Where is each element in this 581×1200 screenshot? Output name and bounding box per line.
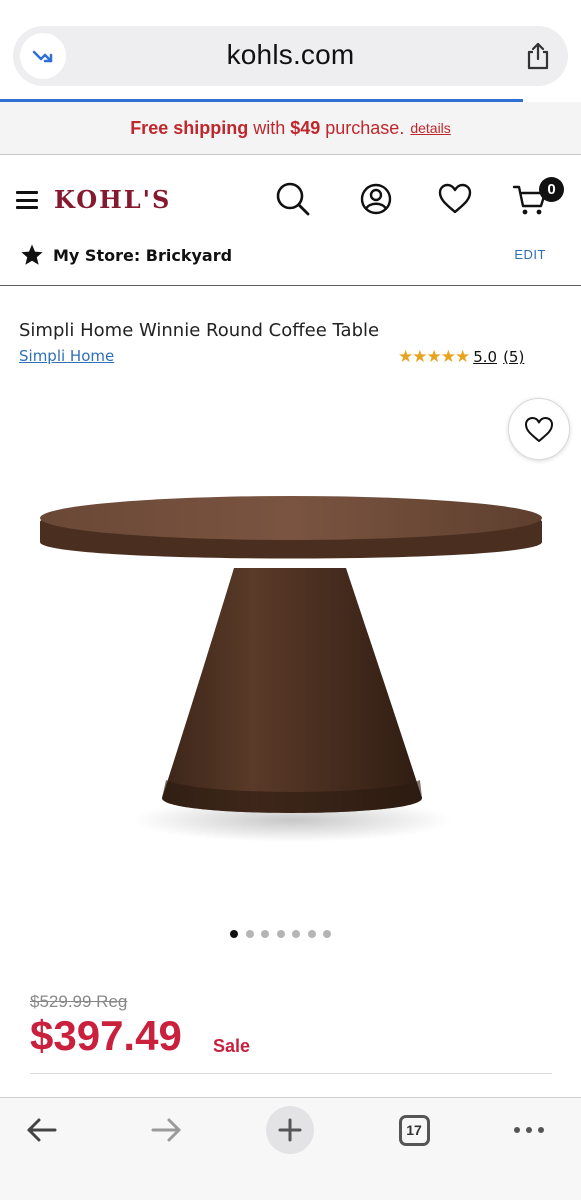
store-edit-link[interactable]: EDIT (514, 247, 546, 262)
promo-banner: Free shipping with $49 purchase. details (0, 102, 581, 155)
share-icon[interactable] (524, 41, 552, 71)
promo-lead: Free shipping (130, 117, 249, 138)
tab-count: 17 (398, 1114, 430, 1146)
site-header: KOHL'S (0, 155, 581, 241)
store-star-icon (20, 243, 44, 272)
menu-icon[interactable] (16, 191, 38, 209)
account-icon[interactable] (356, 179, 396, 219)
tabs-button[interactable]: 17 (390, 1106, 438, 1154)
new-tab-plus-icon[interactable] (266, 1106, 314, 1154)
sale-label: Sale (213, 1036, 251, 1056)
sale-price: $397.49 (30, 1012, 182, 1059)
browser-toolbar: 17 (0, 1097, 581, 1200)
forward-arrow-icon[interactable] (142, 1106, 190, 1154)
image-carousel-dots[interactable] (230, 930, 339, 938)
brand-link[interactable]: Simpli Home (19, 347, 114, 365)
carousel-dot[interactable] (276, 930, 285, 938)
promo-amount: $49 (290, 117, 321, 138)
my-store-label: My Store: Brickyard (53, 246, 233, 265)
promo-mid: with (253, 117, 286, 138)
carousel-dot[interactable] (292, 930, 300, 938)
product-title: Simpli Home Winnie Round Coffee Table (19, 320, 380, 341)
add-to-wishlist-button[interactable] (508, 398, 570, 460)
kohls-logo[interactable]: KOHL'S (54, 185, 171, 214)
heart-icon (525, 417, 553, 442)
product-image[interactable] (30, 480, 550, 860)
cart-count-badge: 0 (539, 177, 564, 202)
divider (30, 1073, 552, 1074)
wishlist-heart-icon[interactable] (435, 179, 475, 219)
browser-address-area: kohls.com (0, 0, 581, 102)
product-rating[interactable]: ★★★★★ 5.0 (5) (398, 347, 524, 367)
store-row: My Store: Brickyard EDIT (0, 241, 581, 286)
carousel-dot[interactable] (307, 930, 316, 938)
review-count[interactable]: (5) (503, 348, 524, 366)
carousel-dot[interactable] (323, 930, 331, 938)
rating-value[interactable]: 5.0 (473, 348, 497, 366)
promo-tail: purchase. (325, 117, 405, 138)
regular-price: $529.99 Reg (30, 992, 128, 1011)
rating-stars: ★★★★★ (398, 347, 470, 367)
url-text[interactable]: kohls.com (13, 39, 568, 71)
address-bar[interactable]: kohls.com (13, 26, 568, 86)
search-icon[interactable] (273, 179, 313, 219)
carousel-dot[interactable] (261, 930, 269, 938)
promo-details-link[interactable]: details (410, 120, 450, 136)
back-arrow-icon[interactable] (18, 1106, 66, 1154)
more-menu-icon[interactable] (505, 1106, 553, 1154)
carousel-dot[interactable] (245, 930, 254, 938)
carousel-dot[interactable] (230, 930, 238, 938)
